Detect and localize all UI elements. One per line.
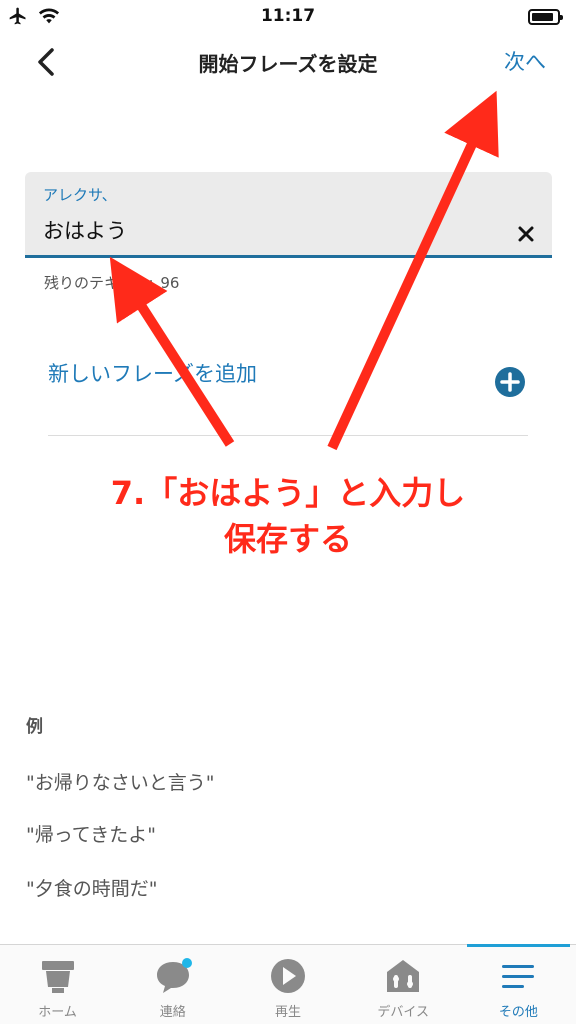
chat-bubble-icon — [156, 958, 192, 993]
tab-communicate[interactable]: 連絡 — [115, 945, 230, 1024]
status-time: 11:17 — [260, 6, 316, 26]
plus-circle-icon[interactable] — [494, 366, 526, 398]
tab-label: 連絡 — [159, 1005, 186, 1020]
tab-play[interactable]: 再生 — [230, 945, 345, 1024]
tab-label: デバイス — [377, 1005, 430, 1020]
example-item: "お帰りなさいと言う" — [26, 772, 215, 794]
example-item: "帰ってきたよ" — [26, 824, 156, 846]
annotation-line-1: 7.「おはよう」と入力し — [110, 474, 466, 512]
devices-icon — [387, 960, 420, 992]
tab-home[interactable]: ホーム — [0, 945, 115, 1024]
tab-more[interactable]: その他 — [461, 944, 576, 1024]
example-item: "夕食の時間だ" — [26, 878, 158, 900]
examples-heading: 例 — [26, 717, 43, 737]
remaining-label: 残りのテキスト: — [44, 274, 154, 292]
close-icon — [518, 226, 534, 242]
phrase-field[interactable]: アレクサ、 — [25, 172, 552, 258]
annotation-line-2: 保存する — [223, 520, 352, 558]
menu-icon — [502, 965, 535, 988]
play-icon — [271, 959, 305, 993]
tab-label: 再生 — [275, 1005, 302, 1020]
next-button[interactable]: 次へ — [504, 46, 546, 76]
remaining-text: 残りのテキスト: 96 — [44, 272, 179, 293]
status-bar: 11:17 — [0, 0, 576, 34]
add-phrase-label: 新しいフレーズを追加 — [48, 362, 257, 386]
nav-bar: 開始フレーズを設定 次へ — [0, 34, 576, 88]
clear-button[interactable] — [514, 222, 538, 246]
annotation-text: 7.「おはよう」と入力し 保存する — [0, 470, 576, 562]
add-phrase-row[interactable]: 新しいフレーズを追加 — [48, 344, 528, 436]
home-icon — [41, 961, 74, 993]
page-title: 開始フレーズを設定 — [198, 52, 378, 76]
tab-label: その他 — [498, 1005, 538, 1020]
remaining-count: 96 — [160, 274, 180, 292]
phrase-input[interactable] — [43, 218, 483, 242]
battery-icon — [528, 9, 563, 25]
tab-bar: ホーム 連絡 再生 デバイス その他 — [0, 944, 576, 1024]
tab-devices[interactable]: デバイス — [346, 945, 461, 1024]
tab-label: ホーム — [38, 1005, 77, 1020]
field-label: アレクサ、 — [43, 186, 117, 204]
